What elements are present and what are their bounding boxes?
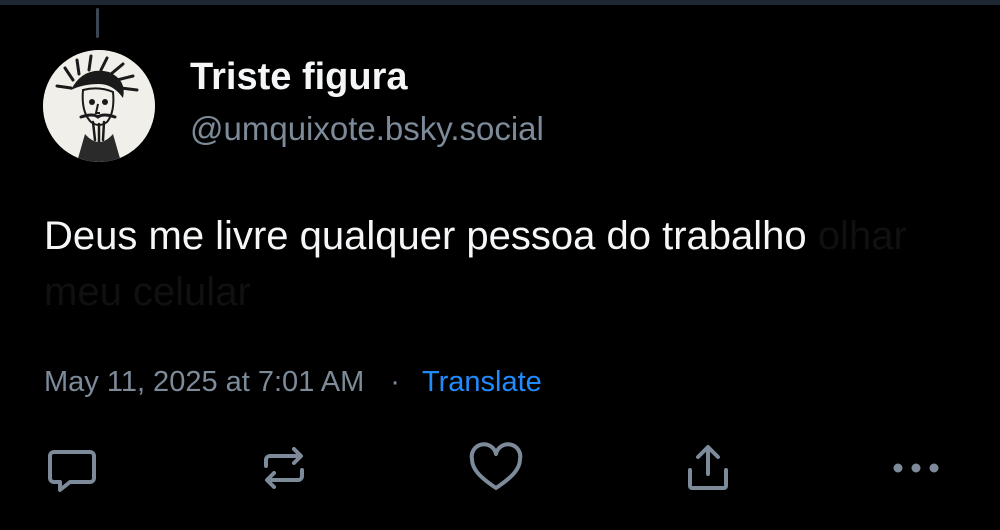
repost-button[interactable] [256,438,312,498]
top-divider [0,0,1000,5]
author-handle[interactable]: @umquixote.bsky.social [190,110,544,148]
thread-line [96,8,99,38]
post-text: Deus me livre qualquer pessoa do trabalh… [44,208,944,320]
author-display-name[interactable]: Triste figura [190,56,408,99]
meta-separator: · [390,366,400,398]
share-icon [688,445,728,490]
avatar-sketch-icon [43,50,155,162]
post-text-visible: Deus me livre qualquer pessoa do trabalh… [44,214,807,258]
more-button[interactable] [888,438,944,498]
post-meta: May 11, 2025 at 7:01 AM · Translate [44,366,542,399]
post-timestamp: May 11, 2025 at 7:01 AM [44,366,365,398]
post-view: Triste figura @umquixote.bsky.social Deu… [0,0,1000,530]
reply-button[interactable] [44,438,100,498]
reply-icon [48,450,96,492]
more-icon [893,463,939,473]
post-actions [0,438,1000,498]
like-button[interactable] [468,438,524,498]
translate-link[interactable]: Translate [422,366,542,399]
repost-icon [264,447,304,489]
heart-icon [469,442,523,490]
share-button[interactable] [680,438,736,498]
avatar[interactable] [43,50,155,162]
